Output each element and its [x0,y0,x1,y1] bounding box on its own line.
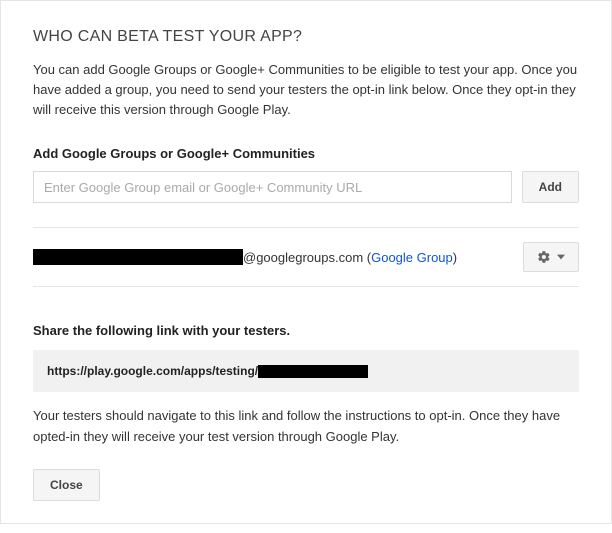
group-closing-paren: ) [453,250,457,265]
group-entry-row: @googlegroups.com ( Google Group ) [33,228,579,286]
divider [33,286,579,287]
share-label: Share the following link with your teste… [33,323,579,338]
optin-link-box: https://play.google.com/apps/testing/ [33,350,579,392]
beta-testers-dialog: WHO CAN BETA TEST YOUR APP? You can add … [0,0,612,524]
close-button[interactable]: Close [33,469,100,501]
add-button[interactable]: Add [522,171,579,203]
dialog-title: WHO CAN BETA TEST YOUR APP? [33,28,579,46]
group-domain: @googlegroups.com ( [243,250,371,265]
share-section: Share the following link with your teste… [33,323,579,446]
group-settings-button[interactable] [523,242,579,272]
share-note: Your testers should navigate to this lin… [33,406,579,446]
caret-down-icon [557,253,565,261]
dialog-description: You can add Google Groups or Google+ Com… [33,60,579,120]
group-identifier: @googlegroups.com ( Google Group ) [33,249,523,265]
optin-url-prefix: https://play.google.com/apps/testing/ [47,364,258,378]
redacted-package-name [258,365,368,378]
group-input[interactable] [33,171,512,203]
redacted-group-name [33,249,243,265]
google-group-link[interactable]: Google Group [371,250,453,265]
add-section-label: Add Google Groups or Google+ Communities [33,146,579,161]
add-group-row: Add [33,171,579,203]
gear-icon [537,250,551,264]
